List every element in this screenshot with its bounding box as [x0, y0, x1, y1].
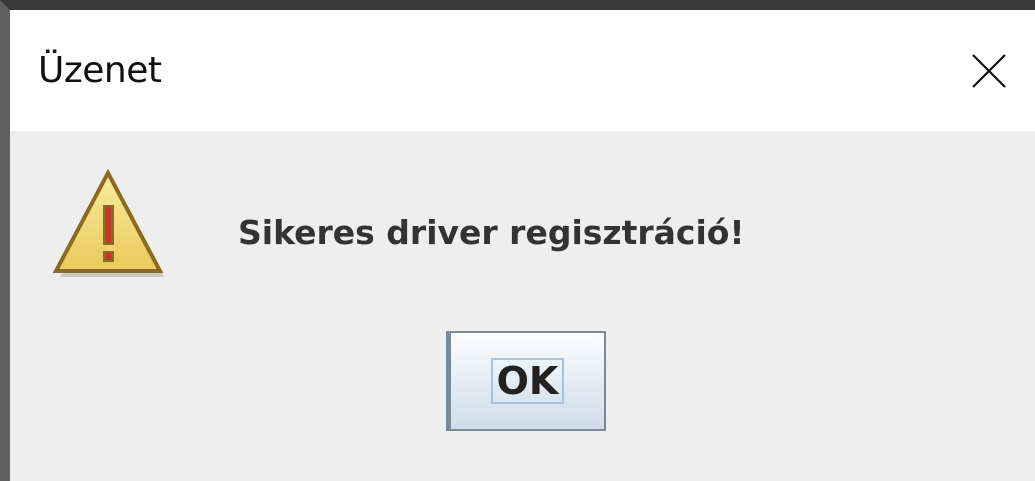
close-button[interactable]	[943, 10, 1035, 131]
dialog-message: Sikeres driver regisztráció!	[238, 213, 745, 252]
close-icon	[972, 53, 1006, 88]
ok-button[interactable]: OK	[446, 331, 606, 431]
dialog-window: Üzenet Sikeres driver regisztráció! OK	[0, 0, 1035, 481]
ok-button-label: OK	[496, 359, 559, 403]
warning-icon	[52, 169, 164, 277]
title-bar[interactable]: Üzenet	[10, 10, 1035, 131]
ok-focus-ring: OK	[490, 358, 565, 404]
dialog-content: Sikeres driver regisztráció! OK	[10, 131, 1035, 481]
window-title: Üzenet	[38, 50, 162, 91]
